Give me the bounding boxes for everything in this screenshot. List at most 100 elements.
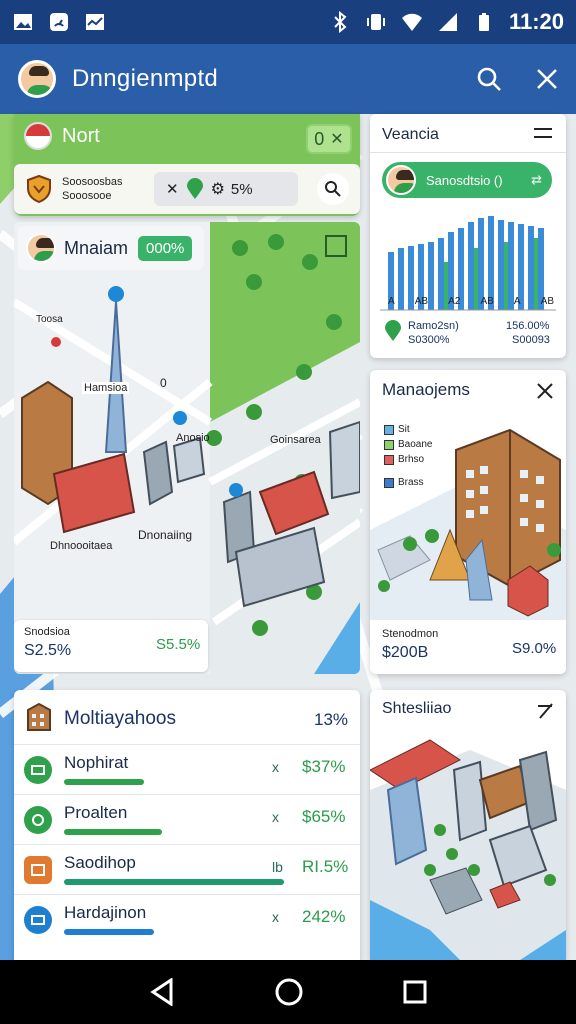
home-icon[interactable]	[274, 977, 304, 1007]
list-item-label: Proalten	[64, 803, 128, 822]
map-label: Anosio	[176, 432, 210, 444]
axis-label: A	[513, 296, 521, 307]
footer-value-right: S5.5%	[156, 636, 201, 653]
map-label: 0	[160, 376, 167, 390]
list-item-value: RI.5%	[302, 857, 349, 876]
list-item-progress	[64, 929, 154, 935]
legend-swatch	[384, 439, 394, 450]
list-item-label: Nophirat	[64, 753, 129, 772]
back-icon[interactable]	[149, 978, 175, 1006]
nort-filter-bar: Soosoosbas Sooosooe ✕ ⚙ 5%	[14, 164, 360, 214]
mission-card[interactable]: Mnaiam 000% Toosa Hamsioa 0 Anosio Goins…	[14, 222, 360, 674]
map-label: Dhnoooitaea	[50, 540, 113, 552]
globe-icon: ⚙	[210, 181, 225, 198]
list-item-progress	[64, 779, 144, 785]
close-icon[interactable]: ✕	[166, 180, 179, 198]
store-icon	[24, 855, 52, 884]
menu-icon[interactable]	[534, 128, 552, 138]
filter-label-1: Soosoosbas	[62, 176, 123, 188]
nort-title: Nort	[62, 124, 100, 147]
list-item-progress	[64, 829, 162, 835]
status-bar: 11:20	[0, 0, 576, 44]
building-icon	[27, 702, 51, 731]
axis-label: AB	[414, 296, 429, 307]
list-item[interactable]: Saodihop lb RI.5%	[14, 844, 360, 894]
recents-icon[interactable]	[403, 980, 427, 1004]
vendia-card[interactable]: Veancia Sanosdtsio () ⇄ A AB A2 AB A AB …	[370, 114, 566, 358]
list-item-marker: x	[272, 909, 279, 925]
buildings-card[interactable]: Shtesliiao	[370, 690, 566, 960]
list-item[interactable]: Hardajinon x 242%	[14, 894, 360, 944]
vendia-legend-left-2: S0300%	[408, 334, 450, 346]
vendia-legend-right-2: S00093	[512, 334, 550, 346]
vibrate-icon	[366, 14, 385, 30]
list-item[interactable]: Proalten x $65%	[14, 794, 360, 844]
list-item-label: Saodihop	[64, 853, 136, 872]
filter-label-2: Sooosooe	[62, 190, 112, 202]
vendia-axis-labels: A AB A2 AB A AB	[388, 296, 554, 307]
list-panel: Moltiayahoos 13% Nophirat x $37% Proalte…	[14, 690, 360, 960]
vendia-profile-label: Sanosdtsio ()	[426, 172, 503, 188]
legend-label: Sit	[398, 424, 410, 435]
mission-footer: Snodsioa S2.5% S5.5%	[14, 620, 208, 672]
mission-badge: 000%	[138, 235, 193, 261]
search-icon[interactable]	[476, 66, 502, 92]
flag-icon	[24, 122, 52, 150]
battery-icon	[478, 13, 489, 31]
city-map-illustration	[14, 222, 360, 674]
management-card[interactable]: Manaojems Sit Baoane Brhso Brass Stenodm…	[370, 370, 566, 674]
badge-icon	[24, 755, 52, 784]
app-title: Dnngienmptd	[72, 65, 219, 92]
buildings-title: Shtesliiao	[382, 700, 452, 717]
axis-label: A	[388, 296, 395, 307]
list-item-label: Hardajinon	[64, 903, 147, 922]
vendia-profile-chip[interactable]: Sanosdtsio () ⇄	[382, 162, 552, 198]
map-label: Dnonaiing	[138, 528, 193, 542]
pin-icon	[385, 320, 401, 341]
list-item-marker: x	[272, 809, 279, 825]
management-title: Manaojems	[382, 380, 470, 399]
map-label: Hamsioa	[82, 382, 130, 394]
axis-label: AB	[480, 296, 494, 307]
status-time: 11:20	[508, 9, 564, 34]
city-blocks-illustration	[370, 739, 566, 960]
avatar	[386, 165, 416, 195]
management-footer: Stenodmon $200B S9.0%	[370, 620, 566, 674]
legend-swatch	[384, 477, 394, 488]
collapse-icon[interactable]	[536, 702, 554, 720]
close-icon[interactable]: ✕	[330, 129, 343, 149]
mission-title: Mnaiam	[64, 237, 129, 258]
list-item-value: $37%	[302, 757, 346, 776]
legend-swatch	[384, 454, 394, 465]
bluetooth-icon	[334, 11, 347, 33]
avatar	[26, 233, 56, 263]
filter-chip[interactable]: ✕ ⚙ 5%	[154, 172, 298, 206]
compare-icon: ⇄	[531, 172, 542, 187]
app-bar: Dnngienmptd	[0, 44, 576, 114]
list-title-value: 13%	[314, 710, 349, 729]
footer-label: Stenodmon	[382, 628, 439, 640]
system-nav-bar	[0, 960, 576, 1024]
user-icon	[24, 805, 52, 834]
filter-value: 5%	[230, 180, 253, 198]
vendia-title: Veancia	[382, 126, 439, 143]
list-item-value: $65%	[302, 807, 346, 826]
search-icon[interactable]	[316, 172, 350, 206]
footer-value-left: S2.5%	[24, 642, 72, 659]
shield-icon	[27, 174, 51, 204]
vendia-legend-left-1: Ramo2sn)	[408, 320, 459, 332]
close-icon[interactable]	[536, 68, 558, 90]
signal-icon	[438, 13, 457, 31]
map-label: Goinsarea	[270, 434, 321, 446]
wifi-icon	[401, 13, 422, 31]
legend-label: Baoane	[398, 439, 433, 450]
list-item-value: 242%	[302, 907, 346, 926]
list-item[interactable]: Nophirat x $37%	[14, 744, 360, 794]
list-item-progress	[64, 879, 284, 885]
management-legend: Sit Baoane Brhso Brass	[384, 424, 456, 504]
avatar[interactable]	[18, 60, 56, 98]
close-icon[interactable]	[536, 382, 554, 400]
mission-header: Mnaiam 000%	[18, 226, 204, 270]
chart-icon	[24, 905, 52, 934]
nort-badge[interactable]: 0 ✕	[306, 124, 352, 154]
